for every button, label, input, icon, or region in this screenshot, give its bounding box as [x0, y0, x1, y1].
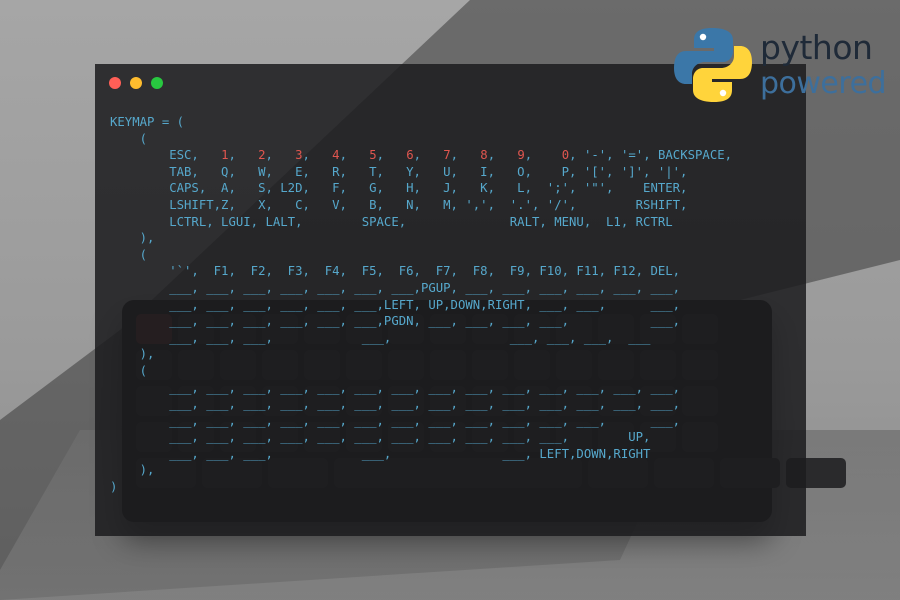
code-token: ), [110, 231, 155, 246]
code-token: ), [110, 347, 155, 362]
python-logo-icon [674, 28, 752, 102]
code-line-footer: ) [110, 480, 117, 494]
code-line-row: ___, ___, ___, ___, ___, ___, ___, ___, … [110, 397, 680, 411]
code-line-row: ___, ___, ___, ___, ___, ___, ___, ___, … [110, 381, 680, 395]
number-token: 8 [480, 148, 488, 163]
code-token: , [302, 148, 333, 163]
code-token: , [265, 148, 296, 163]
code-line-row: ___, ___, ___, ___, ___, ___, ___, ___, … [110, 414, 680, 428]
code-line-layer-close: ), [110, 463, 155, 478]
logo-text-python: python [760, 28, 873, 67]
code-token: ___, ___, ___, ___, ___, ___, ___, ___, … [110, 397, 681, 412]
code-token: , [524, 148, 562, 163]
code-line-row: ___, ___, ___, ___, ___, ___, ___, ___, … [110, 430, 650, 444]
code-token: KEYMAP = ( [110, 115, 185, 129]
code-token: , [450, 148, 481, 163]
code-line-layer-open: ( [110, 248, 147, 262]
code-line-row: ESC, 1, 2, 3, 4, 5, 6, 7, 8, 9, 0, '-', … [110, 148, 732, 162]
code-line-layer-close: ), [110, 231, 155, 246]
code-token: , [376, 148, 407, 163]
code-line-row: LSHIFT,Z, X, C, V, B, N, M, ',', '.', '/… [110, 198, 687, 212]
code-token: ( [110, 363, 148, 378]
code-token: LSHIFT,Z, X, C, V, B, N, M, ',', '.', '/… [110, 197, 688, 212]
code-line-row: LCTRL, LGUI, LALT, SPACE, RALT, MENU, L1… [110, 214, 673, 229]
code-token: CAPS, A, S, L2D, F, G, H, J, K, L, ';', … [110, 181, 688, 196]
code-token: , [339, 148, 370, 163]
code-token: , [413, 148, 444, 163]
number-token: 6 [406, 148, 414, 163]
number-token: 7 [443, 148, 451, 163]
code-token: , [487, 148, 518, 163]
code-token: TAB, Q, W, E, R, T, Y, U, I, O, P, '[', … [110, 164, 688, 179]
code-token: ___, ___, ___, ___, ___, ___, ___, ___, … [110, 380, 681, 395]
code-line-layer-close: ), [110, 347, 155, 362]
code-token: , [228, 148, 259, 163]
code-token: ( [110, 247, 148, 262]
window-controls [109, 77, 163, 89]
code-token: ESC, [110, 148, 222, 163]
number-token: 4 [332, 148, 340, 163]
zoom-button[interactable] [151, 77, 163, 89]
python-powered-logo: python powered [672, 26, 887, 106]
code-line-row: '`', F1, F2, F3, F4, F5, F6, F7, F8, F9,… [110, 264, 680, 278]
code-token: ___, ___, ___, ___, ___, ___, ___,PGUP, … [110, 280, 681, 295]
code-line-row: ___, ___, ___, ___, ___, LEFT,DOWN,RIGHT [110, 447, 650, 461]
code-token: , '-', '=', BACKSPACE, [569, 148, 733, 163]
code-token: ___, ___, ___, ___, ___, ___, ___, ___, … [110, 430, 651, 445]
code-token: ( [110, 131, 148, 146]
code-line-row: ___, ___, ___, ___, ___, ___,PGDN, ___, … [110, 314, 680, 328]
code-token: LCTRL, LGUI, LALT, SPACE, RALT, MENU, L1… [110, 214, 673, 229]
code-token: ___, ___, ___, ___, ___, LEFT,DOWN,RIGHT [110, 446, 651, 461]
code-line-row: CAPS, A, S, L2D, F, G, H, J, K, L, ';', … [110, 181, 687, 195]
close-button[interactable] [109, 77, 121, 89]
code-line-row: ___, ___, ___, ___, ___, ___, ___, ___ [110, 331, 650, 345]
code-token: ___, ___, ___, ___, ___, ___, ___, ___, … [110, 413, 681, 428]
number-token: 2 [258, 148, 266, 163]
code-token: ___, ___, ___, ___, ___, ___, ___, ___ [110, 330, 651, 345]
code-token: ___, ___, ___, ___, ___, ___,LEFT, UP,DO… [110, 297, 681, 312]
code-window: KEYMAP = ( ( ESC, 1, 2, 3, 4, 5, 6, 7, 8… [95, 64, 806, 536]
number-token: 3 [295, 148, 303, 163]
code-token: ) [110, 480, 118, 495]
number-token: 5 [369, 148, 377, 163]
logo-text-powered: powered [760, 66, 887, 101]
code-token: ___, ___, ___, ___, ___, ___,PGDN, ___, … [110, 314, 681, 329]
code-line-layer-open: ( [110, 132, 147, 146]
code-line-row: ___, ___, ___, ___, ___, ___, ___,PGUP, … [110, 281, 680, 295]
code-line-layer-open: ( [110, 364, 147, 378]
code-token: '`', F1, F2, F3, F4, F5, F6, F7, F8, F9,… [110, 264, 681, 279]
number-token: 9 [517, 148, 525, 163]
keymap-code: KEYMAP = ( ( ESC, 1, 2, 3, 4, 5, 6, 7, 8… [110, 114, 732, 496]
code-line-header: KEYMAP = ( [110, 115, 184, 129]
code-line-row: TAB, Q, W, E, R, T, Y, U, I, O, P, '[', … [110, 165, 687, 179]
code-token: ), [110, 463, 155, 478]
code-line-row: ___, ___, ___, ___, ___, ___,LEFT, UP,DO… [110, 298, 680, 312]
minimize-button[interactable] [130, 77, 142, 89]
